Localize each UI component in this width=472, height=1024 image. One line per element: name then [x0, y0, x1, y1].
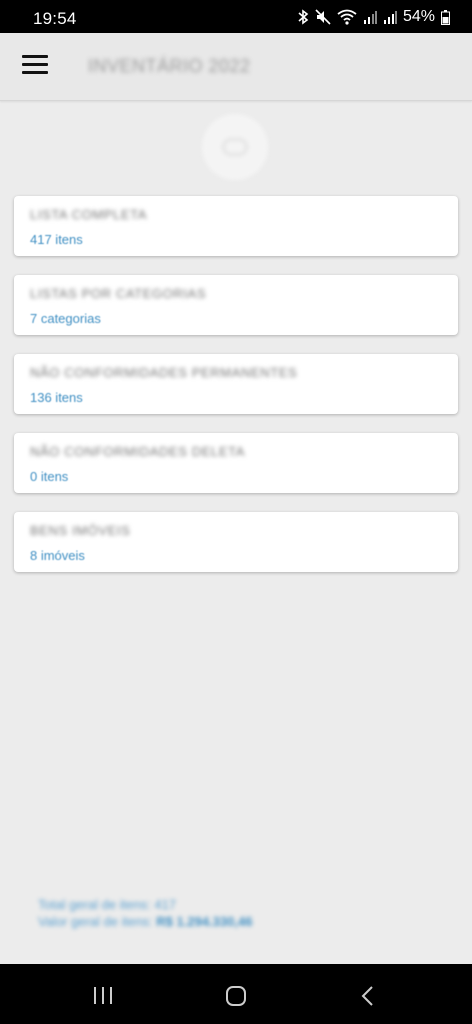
total-value-amount: R$ 1.294.330,46	[156, 914, 253, 929]
card-title: LISTAS POR CATEGORIAS	[30, 286, 207, 301]
card-subtitle: 136 itens	[30, 390, 83, 405]
signal-icon	[383, 10, 397, 24]
card-real-estate[interactable]: BENS IMÓVEIS 8 imóveis	[14, 512, 458, 572]
total-value-line: Valor geral de itens: R$ 1.294.330,46	[38, 913, 252, 930]
page-title: INVENTÁRIO 2022	[88, 56, 251, 76]
card-subtitle: 417 itens	[30, 232, 83, 247]
home-icon[interactable]	[225, 985, 247, 1012]
battery-percent: 54%	[402, 8, 435, 25]
app-bar: INVENTÁRIO 2022	[0, 33, 472, 101]
status-icons: 54%	[297, 8, 450, 26]
bluetooth-icon	[297, 9, 309, 25]
signal-icon	[363, 10, 377, 24]
card-title: NÃO CONFORMIDADES DELETA	[30, 444, 245, 459]
card-subtitle: 0 itens	[30, 469, 69, 484]
card-subtitle: 7 categorias	[30, 311, 101, 326]
app-logo	[202, 114, 268, 180]
battery-icon	[441, 9, 450, 25]
mute-icon	[315, 9, 331, 25]
total-items-text: Total geral de itens: 417	[38, 897, 177, 912]
back-icon[interactable]	[360, 985, 374, 1012]
card-subtitle: 8 imóveis	[30, 548, 85, 563]
card-title: BENS IMÓVEIS	[30, 523, 131, 538]
card-permanent-nonconformities[interactable]: NÃO CONFORMIDADES PERMANENTES 136 itens	[14, 354, 458, 414]
system-nav-bar	[0, 964, 472, 1024]
card-categories[interactable]: LISTAS POR CATEGORIAS 7 categorias	[14, 275, 458, 335]
card-title: LISTA COMPLETA	[30, 207, 148, 222]
card-nonconformities[interactable]: NÃO CONFORMIDADES DELETA 0 itens	[14, 433, 458, 493]
recent-apps-icon[interactable]	[92, 986, 114, 1011]
card-complete-list[interactable]: LISTA COMPLETA 417 itens	[14, 196, 458, 256]
status-time: 19:54	[33, 9, 77, 28]
footer-summary: Total geral de itens: 417 Valor geral de…	[38, 896, 252, 930]
hamburger-menu-icon[interactable]	[22, 55, 48, 77]
card-title: NÃO CONFORMIDADES PERMANENTES	[30, 365, 298, 380]
total-value-label: Valor geral de itens:	[38, 914, 153, 929]
wifi-icon	[337, 9, 357, 25]
status-bar: 19:54 54%	[0, 0, 472, 33]
